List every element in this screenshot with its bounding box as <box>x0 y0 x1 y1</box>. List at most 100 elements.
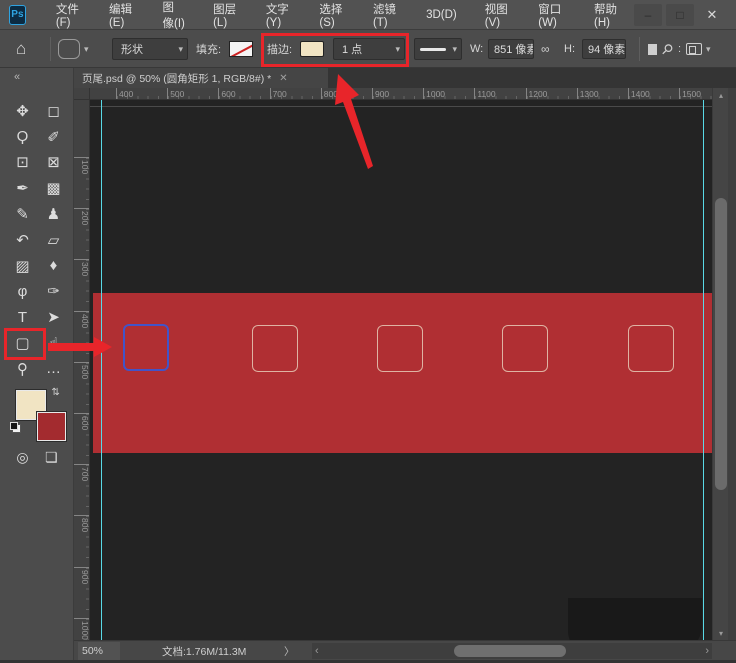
swap-colors-icon[interactable]: ⇄ <box>50 387 61 395</box>
horizontal-ruler[interactable]: 4005006007008009001000110012001300140015… <box>90 88 712 100</box>
history-brush-tool[interactable]: ↶ <box>7 227 38 253</box>
home-icon[interactable]: ⌂ <box>16 39 26 59</box>
rectangular-marquee-tool[interactable]: ◻ <box>38 98 69 124</box>
move-tool[interactable]: ✥ <box>7 98 38 124</box>
menu-item[interactable]: 文字(Y) <box>252 0 306 29</box>
menu-item[interactable]: 视图(V) <box>471 0 525 29</box>
dodge-tool[interactable]: φ <box>7 279 38 305</box>
rounded-rectangle-tool[interactable]: ▢ <box>7 330 38 356</box>
pen-tool[interactable]: ✑ <box>38 279 69 305</box>
stroke-width-select[interactable]: 1 点 ▾ <box>333 38 405 60</box>
crop-tool[interactable]: ⊡ <box>7 150 38 176</box>
shape-mode-select[interactable]: 形状 ▾ <box>112 38 188 60</box>
quick-selection-tool[interactable]: ✐ <box>38 124 69 150</box>
collapse-panel-icon[interactable]: « <box>0 68 73 83</box>
search-icon[interactable]: ⚲ <box>657 39 676 58</box>
window-controls: – □ ✕ <box>634 0 736 29</box>
default-colors-icon[interactable] <box>12 424 21 433</box>
menu-item[interactable]: 帮助(H) <box>580 0 634 29</box>
eyedropper-tool[interactable]: ✒ <box>7 175 38 201</box>
fill-swatch[interactable] <box>229 41 253 57</box>
menu-item[interactable]: 滤镜(T) <box>359 0 412 29</box>
chevron-down-icon: ▾ <box>389 44 400 55</box>
tool-preset-button[interactable]: ▾ <box>58 30 89 68</box>
rounded-rectangle-icon <box>58 39 80 59</box>
guide-line <box>101 100 102 640</box>
close-tab-icon[interactable]: ✕ <box>279 73 287 84</box>
vertical-scroll-thumb[interactable] <box>715 198 727 490</box>
menu-item[interactable]: 3D(D) <box>412 0 471 29</box>
ps-logo-icon: Ps <box>9 5 26 25</box>
rounded-rect-shape[interactable] <box>628 325 674 372</box>
height-field[interactable]: 94 像素 <box>582 39 626 59</box>
menu-item[interactable]: 选择(S) <box>305 0 359 29</box>
scroll-right-icon[interactable]: › <box>705 645 709 657</box>
scroll-down-icon[interactable]: ▾ <box>713 626 729 640</box>
path-operations-icon[interactable] <box>648 44 657 55</box>
document-tab[interactable]: 页尾.psd @ 50% (圆角矩形 1, RGB/8#) * ✕ <box>74 68 328 88</box>
screen-mode-button[interactable]: ❏ <box>45 446 58 468</box>
chevron-down-icon: ▾ <box>80 44 89 55</box>
status-options-chevron[interactable]: 〉 <box>284 644 295 659</box>
height-label: H: <box>564 30 575 68</box>
rounded-rect-shape[interactable] <box>377 325 423 372</box>
panel-dock-edge <box>728 88 736 640</box>
healing-brush-tool[interactable]: ▩ <box>38 175 69 201</box>
panel-toggle-icon[interactable] <box>686 43 702 55</box>
path-selection-tool[interactable]: ➤ <box>38 304 69 330</box>
stroke-style-select[interactable]: ▾ <box>414 38 462 60</box>
gradient-tool[interactable]: ▨ <box>7 253 38 279</box>
lasso-tool[interactable]: Ϙ <box>7 124 38 150</box>
shape-mode-value: 形状 <box>121 41 143 57</box>
menu-item[interactable]: 编辑(E) <box>95 0 149 29</box>
link-dimensions-icon[interactable]: ∞ <box>541 42 550 56</box>
rounded-rect-shape[interactable] <box>252 325 298 372</box>
stroke-swatch[interactable] <box>300 41 324 57</box>
close-button[interactable]: ✕ <box>698 4 726 26</box>
guide-line <box>703 100 704 640</box>
type-tool[interactable]: T <box>7 304 38 330</box>
rounded-rect-shape[interactable] <box>502 325 548 372</box>
color-swatches: ⇄ <box>0 384 74 444</box>
stroke-label: 描边: <box>267 30 292 68</box>
frame-tool[interactable]: ⊠ <box>38 150 69 176</box>
document-size-info: 文档:1.76M/11.3M <box>162 644 246 659</box>
hand-tool[interactable]: ☝ <box>38 330 69 356</box>
edit-toolbar[interactable]: … <box>38 356 69 382</box>
chevron-down-icon[interactable]: ▾ <box>706 44 711 55</box>
width-field[interactable]: 851 像素 <box>488 39 534 59</box>
chevron-down-icon: ▾ <box>172 44 183 55</box>
maximize-button[interactable]: □ <box>666 4 694 26</box>
width-label: W: <box>470 30 483 68</box>
blur-tool[interactable]: ♦ <box>38 253 69 279</box>
vertical-scrollbar[interactable]: ▴ ▾ <box>712 88 728 640</box>
zoom-level-field[interactable]: 50% <box>78 642 120 660</box>
menu-item[interactable]: 图像(I) <box>149 0 200 29</box>
rounded-rect-shape[interactable] <box>123 324 169 371</box>
scroll-up-icon[interactable]: ▴ <box>713 88 729 102</box>
minimize-button[interactable]: – <box>634 4 662 26</box>
chevron-down-icon: ▾ <box>446 44 457 55</box>
menu-item[interactable]: 文件(F) <box>42 0 95 29</box>
eraser-tool[interactable]: ▱ <box>38 227 69 253</box>
tool-bottom-row: ◎❏ <box>0 446 74 468</box>
background-color-swatch[interactable] <box>37 412 66 441</box>
clone-stamp-tool[interactable]: ♟ <box>38 201 69 227</box>
document-canvas[interactable] <box>90 100 712 640</box>
horizontal-scroll-thumb[interactable] <box>454 645 566 657</box>
zoom-tool[interactable]: ⚲ <box>7 356 38 382</box>
vertical-ruler[interactable]: 1002003004005006007008009001000 <box>74 100 90 640</box>
tool-grid: ✥◻Ϙ✐⊡⊠✒▩✎♟↶▱▨♦φ✑T➤▢☝⚲… <box>7 98 69 382</box>
horizontal-scrollbar[interactable]: ‹ › <box>312 643 712 659</box>
brush-tool[interactable]: ✎ <box>7 201 38 227</box>
ruler-corner <box>74 88 90 100</box>
menu-item[interactable]: 图层(L) <box>199 0 252 29</box>
status-bar: 50% 文档:1.76M/11.3M 〉 ‹ › <box>74 640 736 660</box>
quick-mask-button[interactable]: ◎ <box>16 446 28 468</box>
document-title: 页尾.psd @ 50% (圆角矩形 1, RGB/8#) * <box>82 71 271 86</box>
menu-item[interactable]: 窗口(W) <box>524 0 580 29</box>
tools-panel: « ✥◻Ϙ✐⊡⊠✒▩✎♟↶▱▨♦φ✑T➤▢☝⚲… ⇄ ◎❏ <box>0 68 74 663</box>
solid-line-icon <box>420 48 446 51</box>
scroll-left-icon[interactable]: ‹ <box>315 645 319 657</box>
menu-items: 文件(F)编辑(E)图像(I)图层(L)文字(Y)选择(S)滤镜(T)3D(D)… <box>42 0 634 29</box>
